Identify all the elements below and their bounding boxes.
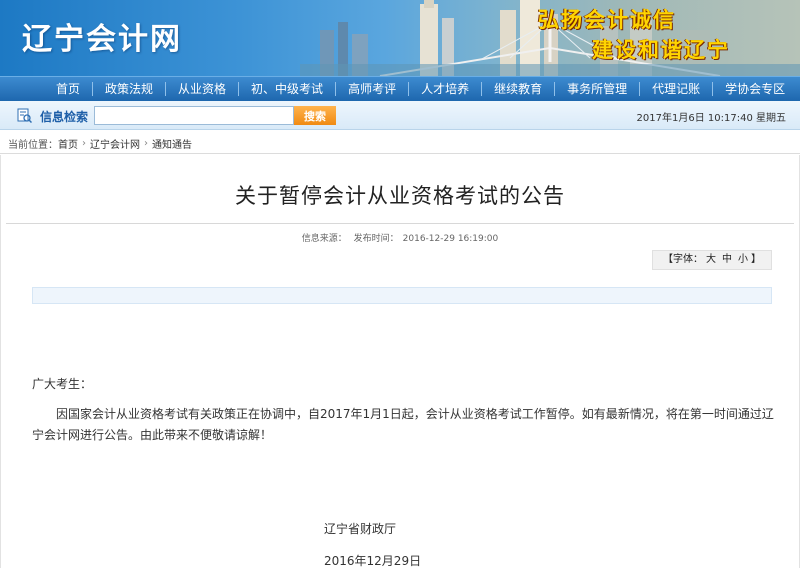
current-datetime: 2017年1月6日 10:17:40 星期五 (636, 113, 786, 124)
font-size-prefix: 【字体： (663, 254, 703, 265)
font-size-small[interactable]: 小 (735, 254, 751, 265)
breadcrumb-prefix: 当前位置： (8, 140, 58, 151)
slogan-line-2: 建设和谐辽宁 (592, 37, 730, 62)
article-greeting: 广大考生： (32, 377, 93, 391)
article-title: 关于暂停会计从业资格考试的公告 (235, 184, 565, 208)
breadcrumb-site[interactable]: 辽宁会计网 (90, 136, 140, 151)
site-banner: 辽宁会计网 弘扬会计诚信 建设和谐辽宁 (0, 0, 800, 76)
source-label: 信息来源： (301, 234, 347, 244)
nav-item-talent[interactable]: 人才培养 (409, 77, 481, 102)
nav-item-firm-management[interactable]: 事务所管理 (555, 77, 639, 102)
article-signature: 辽宁省财政厅 (324, 522, 397, 536)
breadcrumb-arrow-icon: › (82, 138, 86, 149)
article-date: 2016年12月29日 (324, 554, 422, 568)
breadcrumb: 当前位置： 首页 › 辽宁会计网 › 通知通告 (0, 134, 800, 154)
nav-item-qualification[interactable]: 从业资格 (166, 77, 238, 102)
summary-bar (32, 287, 772, 304)
breadcrumb-notices[interactable]: 通知通告 (152, 136, 192, 151)
nav-item-policy[interactable]: 政策法规 (93, 77, 165, 102)
publish-label: 发布时间： (353, 234, 399, 244)
nav-item-bookkeeping-agency[interactable]: 代理记账 (640, 77, 712, 102)
article-body: 因国家会计从业资格考试有关政策正在协调中，自2017年1月1日起，会计从业资格考… (32, 407, 774, 442)
main-nav: 首页 政策法规 从业资格 初、中级考试 高师考评 人才培养 继续教育 事务所管理… (0, 76, 800, 101)
nav-item-association[interactable]: 学协会专区 (713, 77, 797, 102)
breadcrumb-home[interactable]: 首页 (58, 136, 78, 151)
article-meta: 信息来源： 发布时间： 2016-12-29 16:19:00 (0, 231, 800, 244)
search-label: 信息检索 (40, 110, 89, 124)
breadcrumb-arrow-icon: › (144, 138, 148, 149)
nav-item-junior-exam[interactable]: 初、中级考试 (239, 77, 335, 102)
nav-item-home[interactable]: 首页 (44, 77, 92, 102)
font-size-control: 【字体：大中小】 (652, 250, 772, 270)
search-bar: 信息检索 搜索 2017年1月6日 10:17:40 星期五 (0, 101, 800, 130)
nav-item-continuing-education[interactable]: 继续教育 (482, 77, 554, 102)
site-logo[interactable]: 辽宁会计网 (22, 14, 182, 58)
nav-item-senior-review[interactable]: 高师考评 (336, 77, 408, 102)
search-doc-icon (17, 108, 32, 123)
publish-time: 2016-12-29 16:19:00 (402, 234, 499, 244)
search-button[interactable]: 搜索 (294, 106, 336, 125)
slogan-line-1: 弘扬会计诚信 (538, 7, 676, 32)
font-size-medium[interactable]: 中 (719, 254, 735, 265)
font-size-suffix: 】 (751, 254, 761, 265)
font-size-large[interactable]: 大 (703, 254, 719, 265)
article-frame (0, 155, 800, 568)
search-input[interactable] (94, 106, 294, 125)
title-divider (6, 223, 794, 224)
